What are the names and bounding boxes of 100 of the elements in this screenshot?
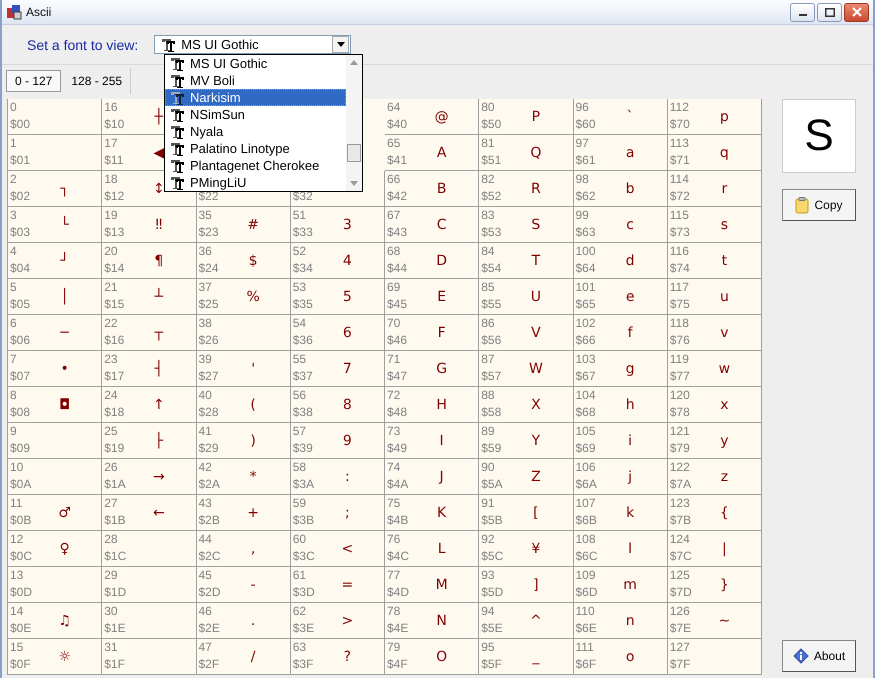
character-cell[interactable]: 99 $63 c — [574, 207, 668, 243]
character-cell[interactable]: 124 $7C | — [668, 531, 762, 567]
character-cell[interactable]: 6 $06 ─ — [8, 315, 102, 351]
character-cell[interactable]: 62 $3E > — [290, 603, 385, 639]
character-cell[interactable]: 7 $07 • — [8, 351, 102, 387]
character-cell[interactable]: 26 $1A → — [102, 459, 196, 495]
character-cell[interactable]: 117 $75 u — [668, 279, 762, 315]
character-cell[interactable]: 76 $4C L — [385, 531, 480, 567]
character-cell[interactable]: 127 $7F — [668, 639, 762, 675]
character-cell[interactable]: 1 $01 — [8, 135, 102, 171]
character-cell[interactable]: 45 $2D - — [196, 567, 291, 603]
character-cell[interactable]: 67 $43 C — [385, 207, 480, 243]
scroll-thumb[interactable] — [347, 144, 361, 162]
character-cell[interactable]: 82 $52 R — [479, 171, 574, 207]
character-cell[interactable]: 65 $41 A — [385, 135, 480, 171]
character-cell[interactable]: 47 $2F / — [196, 639, 291, 675]
character-cell[interactable]: 103 $67 g — [574, 351, 668, 387]
character-cell[interactable]: 36 $24 $ — [196, 243, 291, 279]
character-cell[interactable]: 85 $55 U — [479, 279, 574, 315]
about-button[interactable]: About — [782, 640, 856, 672]
character-cell[interactable]: 77 $4D M — [385, 567, 480, 603]
character-cell[interactable]: 3 $03 └ — [8, 207, 102, 243]
font-select[interactable]: MS UI Gothic — [154, 35, 352, 54]
font-option[interactable]: Narkisim — [165, 89, 346, 106]
character-cell[interactable]: 51 $33 3 — [290, 207, 385, 243]
character-cell[interactable]: 38 $26 — [196, 315, 291, 351]
character-cell[interactable]: 23 $17 ┤ — [102, 351, 196, 387]
character-cell[interactable]: 90 $5A Z — [479, 459, 574, 495]
character-cell[interactable]: 31 $1F — [102, 639, 196, 675]
character-cell[interactable]: 121 $79 y — [668, 423, 762, 459]
character-cell[interactable]: 8 $08 ◘ — [8, 387, 102, 423]
character-cell[interactable]: 30 $1E — [102, 603, 196, 639]
character-cell[interactable]: 60 $3C < — [290, 531, 385, 567]
character-cell[interactable]: 75 $4B K — [385, 495, 480, 531]
character-cell[interactable]: 39 $27 ' — [196, 351, 291, 387]
minimize-button[interactable] — [790, 2, 815, 22]
character-cell[interactable]: 64 $40 @ — [385, 99, 480, 135]
character-cell[interactable]: 56 $38 8 — [290, 387, 385, 423]
tab[interactable]: 0 - 127 — [6, 70, 62, 92]
character-cell[interactable]: 89 $59 Y — [479, 423, 574, 459]
character-cell[interactable]: 29 $1D — [102, 567, 196, 603]
character-cell[interactable]: 55 $37 7 — [290, 351, 385, 387]
character-cell[interactable]: 24 $18 ↑ — [102, 387, 196, 423]
character-cell[interactable]: 58 $3A : — [290, 459, 385, 495]
character-cell[interactable]: 102 $66 f — [574, 315, 668, 351]
character-cell[interactable]: 46 $2E . — [196, 603, 291, 639]
character-cell[interactable]: 107 $6B k — [574, 495, 668, 531]
character-cell[interactable]: 81 $51 Q — [479, 135, 574, 171]
character-cell[interactable]: 91 $5B [ — [479, 495, 574, 531]
character-cell[interactable]: 37 $25 % — [196, 279, 291, 315]
character-cell[interactable]: 79 $4F O — [385, 639, 480, 675]
character-cell[interactable]: 43 $2B + — [196, 495, 291, 531]
character-cell[interactable]: 104 $68 h — [574, 387, 668, 423]
character-cell[interactable]: 68 $44 D — [385, 243, 480, 279]
character-cell[interactable]: 21 $15 ┴ — [102, 279, 196, 315]
character-cell[interactable]: 74 $4A J — [385, 459, 480, 495]
character-cell[interactable]: 70 $46 F — [385, 315, 480, 351]
character-cell[interactable]: 63 $3F ? — [290, 639, 385, 675]
character-cell[interactable]: 19 $13 ‼ — [102, 207, 196, 243]
character-cell[interactable]: 44 $2C , — [196, 531, 291, 567]
character-cell[interactable]: 113 $71 q — [668, 135, 762, 171]
character-cell[interactable]: 71 $47 G — [385, 351, 480, 387]
character-cell[interactable]: 69 $45 E — [385, 279, 480, 315]
character-cell[interactable]: 20 $14 ¶ — [102, 243, 196, 279]
font-option[interactable]: MS UI Gothic — [165, 55, 346, 72]
character-cell[interactable]: 96 $60 ` — [574, 99, 668, 135]
character-cell[interactable]: 66 $42 B — [385, 171, 480, 207]
character-cell[interactable]: 27 $1B ← — [102, 495, 196, 531]
character-cell[interactable]: 12 $0C ♀ — [8, 531, 102, 567]
character-cell[interactable]: 87 $57 W — [479, 351, 574, 387]
character-cell[interactable]: 126 $7E ~ — [668, 603, 762, 639]
character-cell[interactable]: 84 $54 T — [479, 243, 574, 279]
character-cell[interactable]: 123 $7B { — [668, 495, 762, 531]
character-cell[interactable]: 92 $5C ¥ — [479, 531, 574, 567]
character-cell[interactable]: 59 $3B ; — [290, 495, 385, 531]
character-cell[interactable]: 80 $50 P — [479, 99, 574, 135]
character-cell[interactable]: 41 $29 ) — [196, 423, 291, 459]
character-cell[interactable]: 53 $35 5 — [290, 279, 385, 315]
character-cell[interactable]: 40 $28 ( — [196, 387, 291, 423]
character-cell[interactable]: 118 $76 v — [668, 315, 762, 351]
character-cell[interactable]: 122 $7A z — [668, 459, 762, 495]
character-cell[interactable]: 2 $02 ┐ — [8, 171, 102, 207]
character-cell[interactable]: 95 $5F _ — [479, 639, 574, 675]
character-cell[interactable]: 14 $0E ♫ — [8, 603, 102, 639]
maximize-button[interactable] — [817, 2, 842, 22]
scrollbar[interactable] — [346, 55, 362, 191]
character-cell[interactable]: 78 $4E N — [385, 603, 480, 639]
character-cell[interactable]: 97 $61 a — [574, 135, 668, 171]
character-cell[interactable]: 15 $0F ☼ — [8, 639, 102, 675]
character-cell[interactable]: 0 $00 — [8, 99, 102, 135]
character-cell[interactable]: 94 $5E ^ — [479, 603, 574, 639]
character-cell[interactable]: 61 $3D = — [290, 567, 385, 603]
character-cell[interactable]: 116 $74 t — [668, 243, 762, 279]
character-cell[interactable]: 111 $6F o — [574, 639, 668, 675]
close-button[interactable] — [844, 2, 869, 22]
character-cell[interactable]: 73 $49 I — [385, 423, 480, 459]
character-cell[interactable]: 28 $1C — [102, 531, 196, 567]
character-cell[interactable]: 9 $09 — [8, 423, 102, 459]
character-cell[interactable]: 114 $72 r — [668, 171, 762, 207]
character-cell[interactable]: 100 $64 d — [574, 243, 668, 279]
